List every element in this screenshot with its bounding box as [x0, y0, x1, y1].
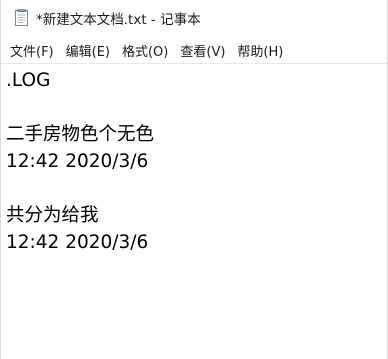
editor-line: 12:42 2020/3/6	[6, 151, 149, 172]
notepad-icon	[14, 9, 30, 27]
editor-line: .LOG	[6, 70, 51, 91]
menu-format[interactable]: 格式(O)	[116, 39, 174, 62]
window-title: *新建文本文档.txt - 记事本	[36, 12, 201, 28]
menu-bar: 文件(F) 编辑(E) 格式(O) 查看(V) 帮助(H)	[1, 38, 387, 62]
notepad-window: *新建文本文档.txt - 记事本 文件(F) 编辑(E) 格式(O) 查看(V…	[0, 0, 388, 359]
menu-file[interactable]: 文件(F)	[1, 39, 60, 62]
text-editor[interactable]: .LOG 二手房物色个无色 12:42 2020/3/6 共分为给我 12:42…	[1, 63, 387, 359]
title-bar[interactable]: *新建文本文档.txt - 记事本	[1, 0, 387, 36]
editor-line: 12:42 2020/3/6	[6, 232, 149, 253]
menu-help[interactable]: 帮助(H)	[231, 39, 289, 62]
editor-line: 二手房物色个无色	[6, 124, 155, 145]
editor-line: 共分为给我	[6, 205, 99, 226]
menu-view[interactable]: 查看(V)	[174, 39, 231, 62]
menu-edit[interactable]: 编辑(E)	[60, 39, 116, 62]
